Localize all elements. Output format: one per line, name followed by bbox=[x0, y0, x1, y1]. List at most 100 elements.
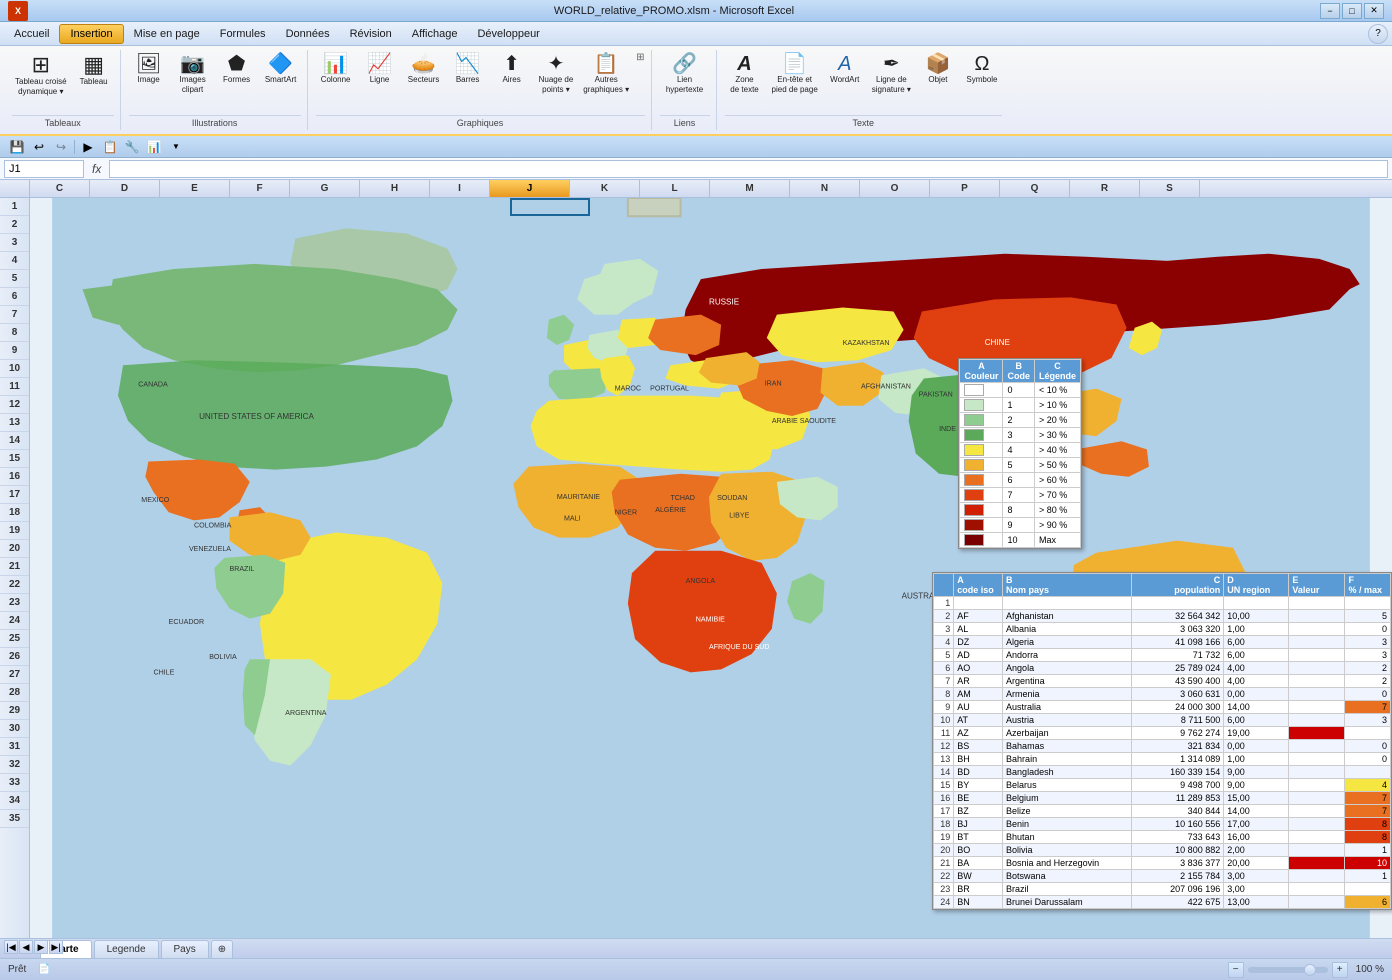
row-23[interactable]: 23 bbox=[0, 594, 29, 612]
menu-item-developpeur[interactable]: Développeur bbox=[467, 24, 549, 44]
wordart-button[interactable]: A WordArt bbox=[825, 52, 865, 87]
row-1[interactable]: 1 bbox=[0, 198, 29, 216]
images-clipart-button[interactable]: 📷 Imagesclipart bbox=[173, 52, 213, 96]
entete-pied-button[interactable]: 📄 En-tête etpied de page bbox=[769, 52, 821, 96]
row-18[interactable]: 18 bbox=[0, 504, 29, 522]
table-row[interactable]: 11 AZ Azerbaijan 9 762 274 19,00 bbox=[934, 727, 1391, 740]
row-35[interactable]: 35 bbox=[0, 810, 29, 828]
secteurs-button[interactable]: 🥧 Secteurs bbox=[404, 52, 444, 87]
zoom-slider[interactable] bbox=[1248, 967, 1328, 973]
new-sheet-button[interactable]: ⊕ bbox=[211, 940, 233, 958]
tab-first-button[interactable]: |◀ bbox=[4, 940, 18, 954]
aires-button[interactable]: ⬆ Aires bbox=[492, 52, 532, 87]
autres-graphiques-button[interactable]: 📋 Autresgraphiques ▾ bbox=[580, 52, 632, 96]
row-21[interactable]: 21 bbox=[0, 558, 29, 576]
menu-item-revision[interactable]: Révision bbox=[340, 24, 402, 44]
menu-item-insertion[interactable]: Insertion bbox=[59, 24, 123, 44]
row-33[interactable]: 33 bbox=[0, 774, 29, 792]
select-all-button[interactable] bbox=[0, 180, 30, 197]
qa-btn1[interactable]: ▶ bbox=[79, 138, 97, 156]
cell-reference-input[interactable] bbox=[4, 160, 84, 178]
table-row[interactable]: 24 BN Brunei Darussalam 422 675 13,00 6 bbox=[934, 896, 1391, 909]
row-10[interactable]: 10 bbox=[0, 360, 29, 378]
tab-next-button[interactable]: ▶ bbox=[34, 940, 48, 954]
table-row[interactable]: 18 BJ Benin 10 160 556 17,00 8 bbox=[934, 818, 1391, 831]
formes-button[interactable]: ⬟ Formes bbox=[217, 52, 257, 87]
symbole-button[interactable]: Ω Symbole bbox=[962, 52, 1002, 87]
table-row[interactable]: 10 AT Austria 8 711 500 6,00 3 bbox=[934, 714, 1391, 727]
table-row[interactable]: 6 AO Angola 25 789 024 4,00 2 bbox=[934, 662, 1391, 675]
table-row[interactable]: 3 AL Albania 3 063 320 1,00 0 bbox=[934, 623, 1391, 636]
qa-btn3[interactable]: 🔧 bbox=[123, 138, 141, 156]
table-row[interactable]: 9 AU Australia 24 000 300 14,00 7 bbox=[934, 701, 1391, 714]
row-9[interactable]: 9 bbox=[0, 342, 29, 360]
col-header-q[interactable]: Q bbox=[1000, 180, 1070, 197]
qa-btn2[interactable]: 📋 bbox=[101, 138, 119, 156]
col-header-l[interactable]: L bbox=[640, 180, 710, 197]
col-header-j[interactable]: J bbox=[490, 180, 570, 197]
table-row[interactable]: 13 BH Bahrain 1 314 089 1,00 0 bbox=[934, 753, 1391, 766]
tab-last-button[interactable]: ▶| bbox=[49, 940, 63, 954]
close-button[interactable]: ✕ bbox=[1364, 3, 1384, 19]
col-header-p[interactable]: P bbox=[930, 180, 1000, 197]
col-header-g[interactable]: G bbox=[290, 180, 360, 197]
col-header-k[interactable]: K bbox=[570, 180, 640, 197]
row-26[interactable]: 26 bbox=[0, 648, 29, 666]
row-19[interactable]: 19 bbox=[0, 522, 29, 540]
menu-item-affichage[interactable]: Affichage bbox=[402, 24, 468, 44]
ligne-signature-button[interactable]: ✒ Ligne designature ▾ bbox=[869, 52, 914, 96]
row-3[interactable]: 3 bbox=[0, 234, 29, 252]
minimize-button[interactable]: − bbox=[1320, 3, 1340, 19]
menu-item-formules[interactable]: Formules bbox=[210, 24, 276, 44]
table-row[interactable]: 17 BZ Belize 340 844 14,00 7 bbox=[934, 805, 1391, 818]
table-row[interactable]: 7 AR Argentina 43 590 400 4,00 2 bbox=[934, 675, 1391, 688]
smartart-button[interactable]: 🔷 SmartArt bbox=[261, 52, 301, 87]
table-row[interactable]: 23 BR Brazil 207 096 196 3,00 bbox=[934, 883, 1391, 896]
row-4[interactable]: 4 bbox=[0, 252, 29, 270]
table-row[interactable]: 20 BO Bolivia 10 800 882 2,00 1 bbox=[934, 844, 1391, 857]
menu-item-accueil[interactable]: Accueil bbox=[4, 24, 59, 44]
formula-fx-button[interactable]: fx bbox=[88, 162, 105, 176]
sheet-tab-legende[interactable]: Legende bbox=[94, 940, 159, 958]
row-15[interactable]: 15 bbox=[0, 450, 29, 468]
sheet-tab-pays[interactable]: Pays bbox=[161, 940, 209, 958]
row-24[interactable]: 24 bbox=[0, 612, 29, 630]
table-row[interactable]: 8 AM Armenia 3 060 631 0,00 0 bbox=[934, 688, 1391, 701]
row-8[interactable]: 8 bbox=[0, 324, 29, 342]
row-17[interactable]: 17 bbox=[0, 486, 29, 504]
col-header-i[interactable]: I bbox=[430, 180, 490, 197]
row-20[interactable]: 20 bbox=[0, 540, 29, 558]
image-button[interactable]: 🖼 Image bbox=[129, 52, 169, 87]
zoom-in-button[interactable]: + bbox=[1332, 962, 1348, 978]
help-button[interactable]: ? bbox=[1368, 24, 1388, 44]
table-row[interactable]: 14 BD Bangladesh 160 339 154 9,00 bbox=[934, 766, 1391, 779]
table-row[interactable]: 1 bbox=[934, 597, 1391, 610]
undo-button[interactable]: ↩ bbox=[30, 138, 48, 156]
maximize-button[interactable]: □ bbox=[1342, 3, 1362, 19]
row-7[interactable]: 7 bbox=[0, 306, 29, 324]
colonne-button[interactable]: 📊 Colonne bbox=[316, 52, 356, 87]
table-row[interactable]: 2 AF Afghanistan 32 564 342 10,00 5 bbox=[934, 610, 1391, 623]
row-16[interactable]: 16 bbox=[0, 468, 29, 486]
row-27[interactable]: 27 bbox=[0, 666, 29, 684]
col-header-n[interactable]: N bbox=[790, 180, 860, 197]
row-14[interactable]: 14 bbox=[0, 432, 29, 450]
graphiques-expand[interactable]: ⊞ bbox=[636, 52, 644, 63]
row-30[interactable]: 30 bbox=[0, 720, 29, 738]
barres-button[interactable]: 📉 Barres bbox=[448, 52, 488, 87]
tab-prev-button[interactable]: ◀ bbox=[19, 940, 33, 954]
table-row[interactable]: 4 DZ Algeria 41 098 166 6,00 3 bbox=[934, 636, 1391, 649]
row-2[interactable]: 2 bbox=[0, 216, 29, 234]
row-6[interactable]: 6 bbox=[0, 288, 29, 306]
qa-btn4[interactable]: 📊 bbox=[145, 138, 163, 156]
zone-de-texte-button[interactable]: A Zonede texte bbox=[725, 52, 765, 96]
lien-hypertexte-button[interactable]: 🔗 Lienhypertexte bbox=[660, 52, 710, 96]
col-header-c[interactable]: C bbox=[30, 180, 90, 197]
table-row[interactable]: 15 BY Belarus 9 498 700 9,00 4 bbox=[934, 779, 1391, 792]
zoom-thumb[interactable] bbox=[1304, 964, 1316, 976]
col-header-e[interactable]: E bbox=[160, 180, 230, 197]
table-row[interactable]: 16 BE Belgium 11 289 853 15,00 7 bbox=[934, 792, 1391, 805]
row-22[interactable]: 22 bbox=[0, 576, 29, 594]
table-row[interactable]: 12 BS Bahamas 321 834 0,00 0 bbox=[934, 740, 1391, 753]
row-31[interactable]: 31 bbox=[0, 738, 29, 756]
